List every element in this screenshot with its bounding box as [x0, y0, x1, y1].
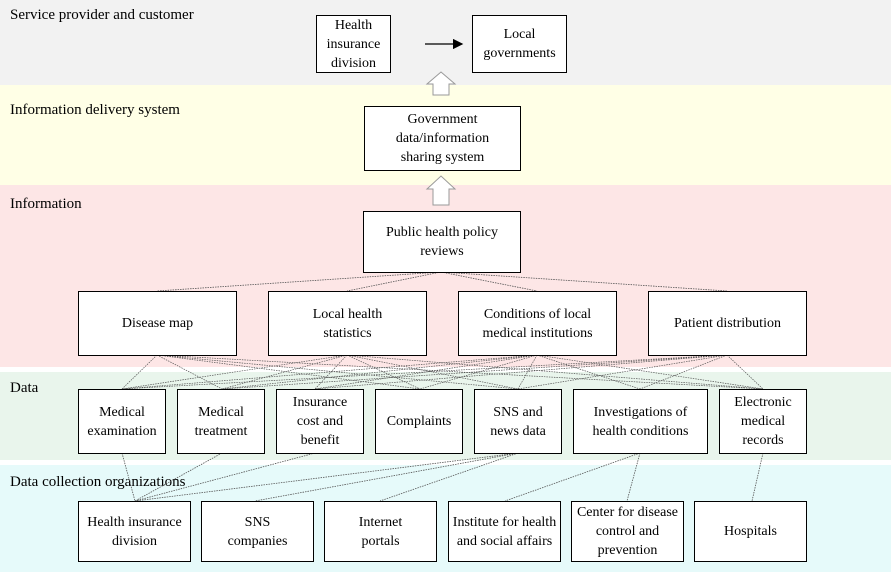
- link-line: [639, 354, 728, 390]
- info-local-health-statistics: Local health statistics: [268, 291, 427, 356]
- org-internet-portals: Internet portals: [324, 501, 437, 562]
- data-complaints: Complaints: [375, 389, 463, 454]
- link-line: [346, 354, 421, 390]
- link-line: [156, 354, 519, 390]
- link-line: [156, 354, 764, 390]
- info-policy-reviews: Public health policy reviews: [363, 211, 521, 273]
- link-line: [221, 354, 348, 390]
- org-hospitals: Hospitals: [694, 501, 807, 562]
- info-disease-map: Disease map: [78, 291, 237, 356]
- link-line: [517, 354, 728, 390]
- data-medical-examination: Medical examination: [78, 389, 166, 454]
- hollow-arrow-up-1: [425, 71, 457, 96]
- info-patient-distribution: Patient distribution: [648, 291, 807, 356]
- data-sns-news: SNS and news data: [474, 389, 562, 454]
- org-cdc: Center for disease control and preventio…: [571, 501, 684, 562]
- data-medical-treatment: Medical treatment: [177, 389, 265, 454]
- hollow-arrow-up-2: [425, 175, 457, 206]
- org-sns-companies: SNS companies: [201, 501, 314, 562]
- data-links: [121, 354, 764, 390]
- link-line: [536, 354, 764, 390]
- data-emr: Electronic medical records: [719, 389, 807, 454]
- connector-lines: [121, 38, 764, 502]
- link-line: [314, 354, 348, 390]
- delivery-sharing-system: Government data/information sharing syst…: [364, 106, 521, 171]
- org-institute-health-social: Institute for health and social affairs: [448, 501, 561, 562]
- org-health-insurance-division: Health insurance division: [78, 501, 191, 562]
- link-line: [121, 354, 158, 390]
- org-links: [121, 452, 764, 502]
- link-line: [517, 354, 538, 390]
- info-links: [156, 271, 728, 292]
- provider-health-insurance-division: Health insurance division: [316, 15, 391, 73]
- info-conditions-medical-institutions: Conditions of local medical institutions: [458, 291, 617, 356]
- link-line: [726, 354, 764, 390]
- data-investigations: Investigations of health conditions: [573, 389, 708, 454]
- provider-local-governments: Local governments: [472, 15, 567, 73]
- data-insurance-cost: Insurance cost and benefit: [276, 389, 364, 454]
- link-line: [121, 354, 348, 390]
